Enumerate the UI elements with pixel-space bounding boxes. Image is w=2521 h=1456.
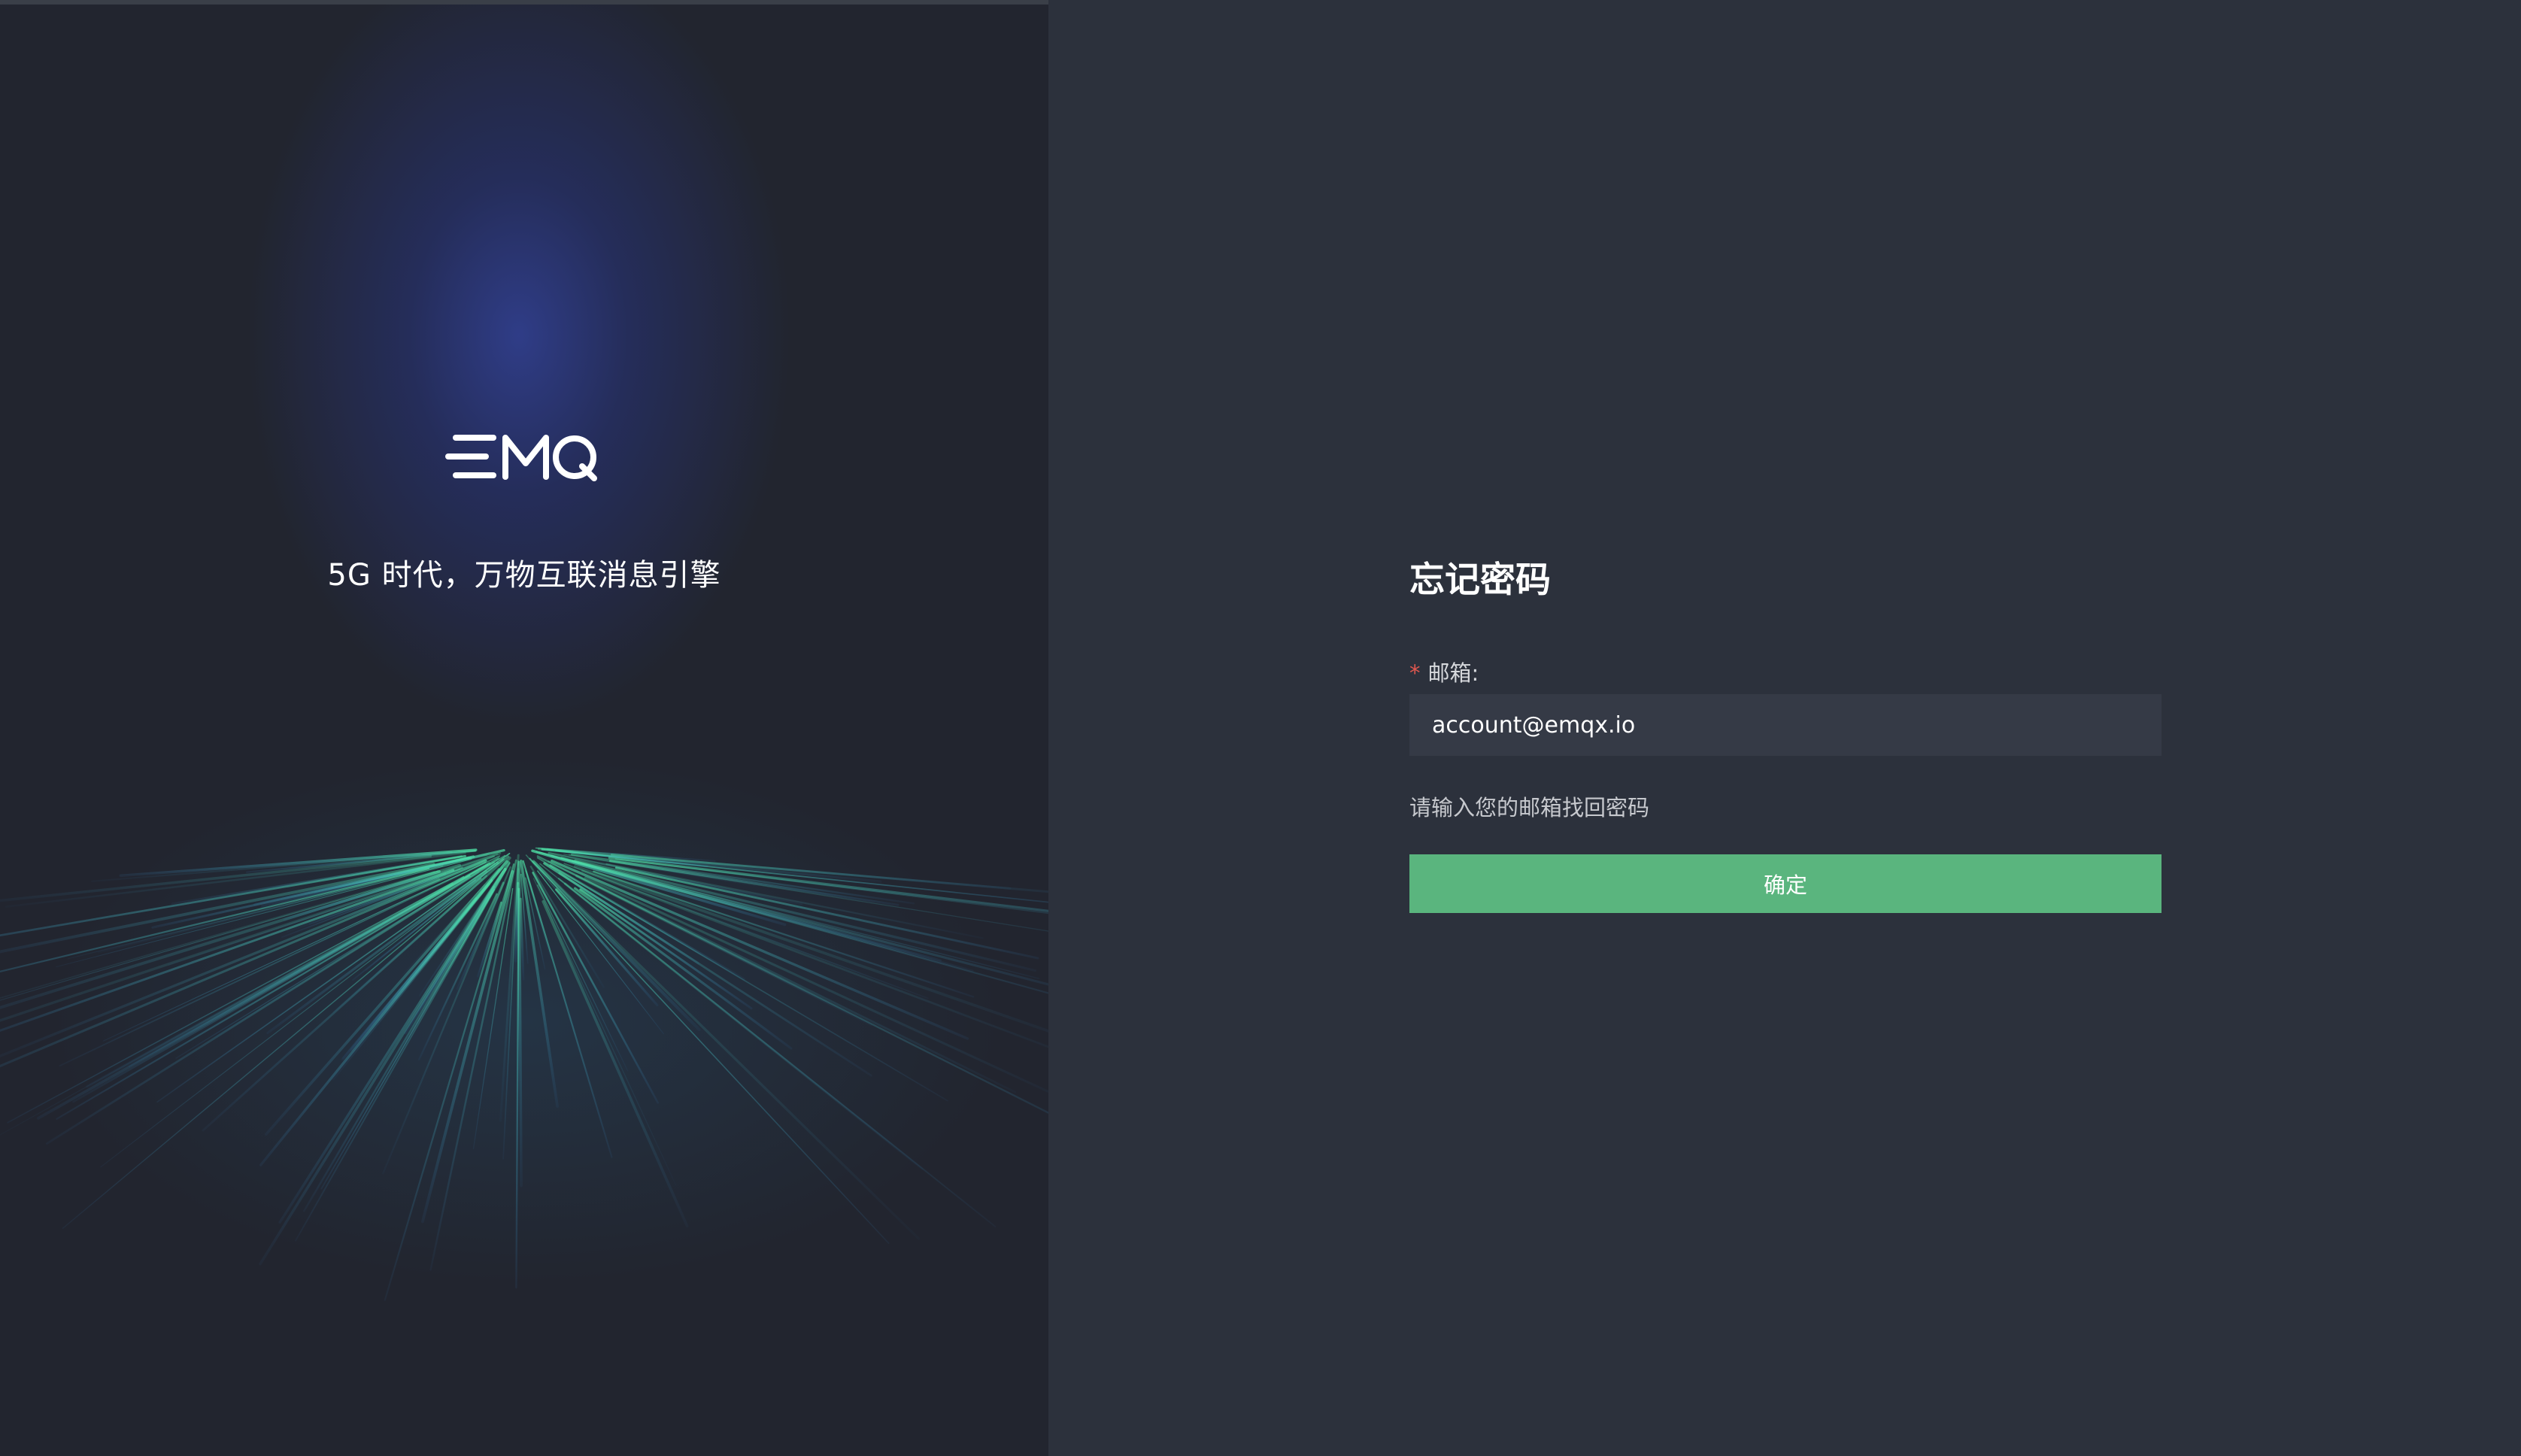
brand-panel: 5G 时代，万物互联消息引擎 xyxy=(0,5,1048,1456)
light-ray xyxy=(614,866,1039,960)
light-ray xyxy=(563,882,924,1170)
brand-tagline: 5G 时代，万物互联消息引擎 xyxy=(327,558,721,593)
confirm-button[interactable]: 确定 xyxy=(1409,854,2162,913)
light-ray xyxy=(0,851,502,1022)
email-field[interactable] xyxy=(1409,694,2162,756)
light-ray xyxy=(245,850,477,873)
light-ray xyxy=(56,875,471,1120)
light-ray xyxy=(519,860,559,1108)
email-label: * 邮箱: xyxy=(1409,656,1479,687)
light-ray xyxy=(532,878,677,1186)
light-rays-decoration xyxy=(0,847,1048,1301)
page-title: 忘记密码 xyxy=(1409,560,1551,601)
email-label-text: 邮箱: xyxy=(1427,660,1479,686)
light-ray xyxy=(265,868,501,1136)
forgot-password-panel: 忘记密码 *邮箱: 请输入您的邮箱找回密码 确定 xyxy=(1048,0,2521,1456)
email-hint: 请输入您的邮箱找回密码 xyxy=(1409,795,1650,821)
emq-logo-icon xyxy=(445,435,597,481)
required-mark: * xyxy=(1409,660,1421,686)
